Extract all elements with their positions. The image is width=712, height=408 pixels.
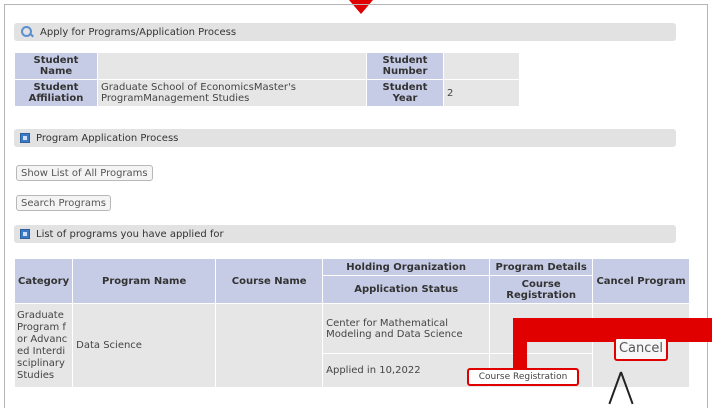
col-course-registration: Course Registration xyxy=(489,275,594,304)
col-program-name: Program Name xyxy=(72,258,217,304)
cell-category: Graduate Program for Advanced Interdisci… xyxy=(13,303,74,388)
page-title: Apply for Programs/Application Process xyxy=(40,26,237,38)
student-name-label: Student Name xyxy=(14,52,98,80)
page-title-bar: Apply for Programs/Application Process xyxy=(14,23,676,41)
student-affiliation-label: Student Affiliation xyxy=(14,79,98,107)
show-all-programs-button[interactable]: Show List of All Programs xyxy=(16,165,153,181)
col-course-name: Course Name xyxy=(215,258,324,304)
student-year-value: 2 xyxy=(443,79,520,107)
process-section-bar: Program Application Process xyxy=(14,129,676,147)
student-year-label: Student Year xyxy=(366,79,444,107)
student-number-label: Student Number xyxy=(366,52,444,80)
course-registration-button[interactable]: Course Registration xyxy=(467,368,579,386)
cancel-button[interactable]: Cancel xyxy=(614,337,668,361)
col-cancel-program: Cancel Program xyxy=(592,258,690,304)
student-name-value xyxy=(97,52,367,80)
col-application-status: Application Status xyxy=(322,275,491,304)
cell-holding-org: Center for Mathematical Modeling and Dat… xyxy=(322,303,491,354)
student-affiliation-value: Graduate School of EconomicsMaster's Pro… xyxy=(97,79,367,107)
search-icon xyxy=(20,25,34,39)
section-square-icon xyxy=(20,133,30,143)
cell-program-name: Data Science xyxy=(72,303,217,388)
cell-course-name xyxy=(215,303,324,388)
cell-application-status: Applied in 10,2022 xyxy=(322,353,491,388)
highlight-bar-horizontal xyxy=(513,318,712,342)
section-square-icon xyxy=(20,229,30,239)
applied-section-title: List of programs you have applied for xyxy=(36,228,224,240)
search-programs-button[interactable]: Search Programs xyxy=(16,195,111,211)
student-info-table: Student Name Student Number Student Affi… xyxy=(14,52,520,107)
highlight-bar-vertical xyxy=(513,318,527,372)
col-program-details: Program Details xyxy=(489,258,594,276)
applied-section-bar: List of programs you have applied for xyxy=(14,225,676,243)
col-category: Category xyxy=(13,258,74,304)
process-section-title: Program Application Process xyxy=(36,132,179,144)
student-number-value xyxy=(443,52,520,80)
col-holding-org: Holding Organization xyxy=(322,258,491,276)
